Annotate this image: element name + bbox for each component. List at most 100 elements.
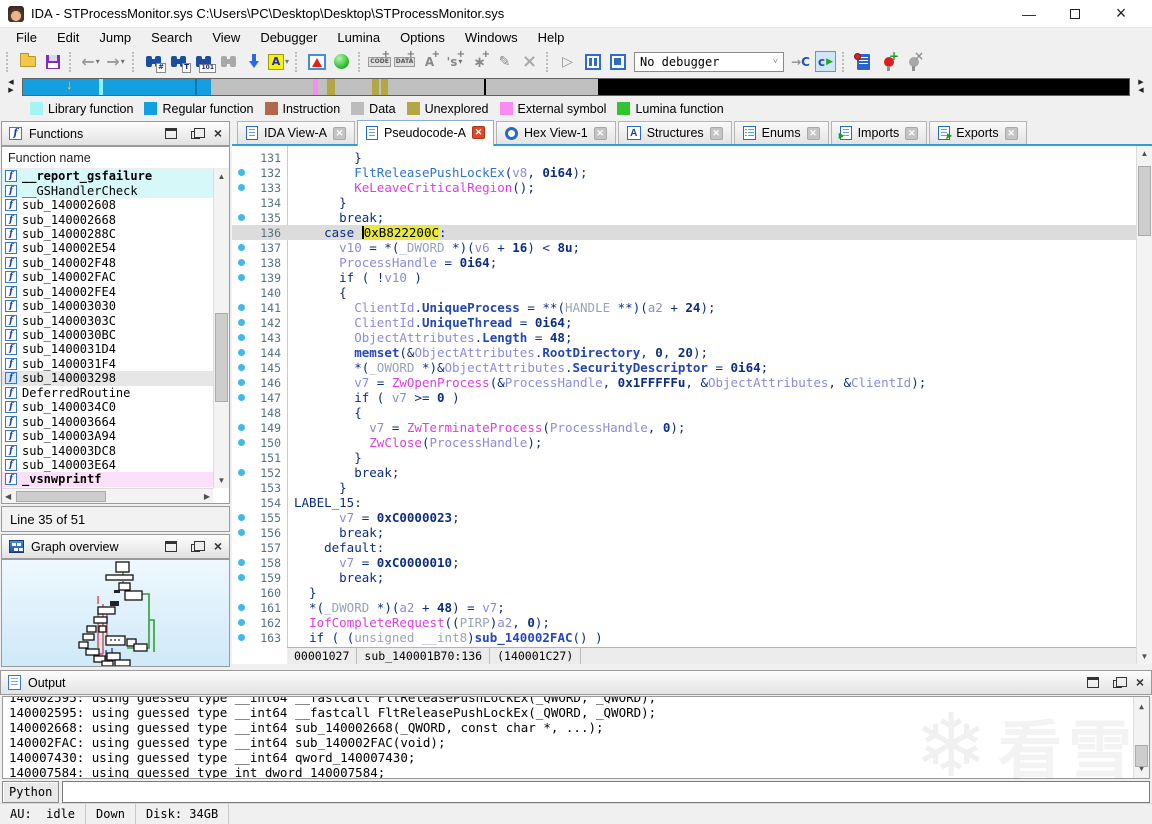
- function-list-item[interactable]: fsub_14000303C: [2, 313, 213, 327]
- scroll-up-icon[interactable]: ▲: [1141, 149, 1149, 158]
- code-line[interactable]: 157 default:: [232, 540, 1136, 555]
- breakpoint-gutter[interactable]: [232, 184, 250, 191]
- code-line[interactable]: 148 {: [232, 405, 1136, 420]
- menu-windows[interactable]: Windows: [455, 29, 528, 46]
- make-name-icon[interactable]: A+: [417, 49, 442, 74]
- code-line[interactable]: 143 ObjectAttributes.Length = 48;: [232, 330, 1136, 345]
- breakpoint-gutter[interactable]: [232, 319, 250, 326]
- panel-float-icon[interactable]: [191, 544, 200, 552]
- search-binary-icon[interactable]: #: [141, 49, 166, 74]
- nav-back-icon[interactable]: ←▾: [78, 49, 103, 74]
- menu-edit[interactable]: Edit: [47, 29, 89, 46]
- code-line[interactable]: 154LABEL_15:: [232, 495, 1136, 510]
- debugger-combo[interactable]: No debugger˅: [634, 52, 784, 72]
- breakpoint-gutter[interactable]: [232, 274, 250, 281]
- breakpoint-gutter[interactable]: [232, 424, 250, 431]
- code-line[interactable]: 133 KeLeaveCriticalRegion();: [232, 180, 1136, 195]
- debug-run-icon[interactable]: ▷: [555, 49, 580, 74]
- code-line[interactable]: 135 break;: [232, 210, 1136, 225]
- make-code-icon[interactable]: CODE+: [367, 49, 392, 74]
- tab-imports[interactable]: ▶Imports✕: [831, 121, 928, 144]
- graph-overview-titlebar[interactable]: Graph overview ×: [1, 534, 230, 559]
- close-button[interactable]: ×: [1098, 1, 1144, 27]
- tab-hex-view-1[interactable]: Hex View-1✕: [496, 121, 616, 144]
- tab-close-icon[interactable]: ✕: [333, 127, 346, 140]
- function-list-item[interactable]: fsub_1400034C0: [2, 400, 213, 414]
- functions-vertical-scrollbar[interactable]: ▲ ▼: [213, 169, 229, 488]
- code-line[interactable]: 131 }: [232, 150, 1136, 165]
- menu-lumina[interactable]: Lumina: [327, 29, 390, 46]
- function-list-item[interactable]: fsub_140002F48: [2, 256, 213, 270]
- breakpoint-gutter[interactable]: [232, 214, 250, 221]
- code-line[interactable]: 141 ClientId.UniqueProcess = **(HANDLE *…: [232, 300, 1136, 315]
- tab-pseudocode-a[interactable]: Pseudocode-A✕: [357, 120, 494, 146]
- code-line[interactable]: 163 if ( (unsigned __int8)sub_140002FAC(…: [232, 630, 1136, 645]
- python-cli-input[interactable]: [62, 781, 1150, 803]
- analysis-indicator-icon[interactable]: [329, 49, 354, 74]
- tab-structures[interactable]: AStructures✕: [618, 121, 732, 144]
- attach-c-icon[interactable]: →C: [788, 49, 813, 74]
- function-list-item[interactable]: fsub_140003A94: [2, 429, 213, 443]
- panel-close-icon[interactable]: ×: [214, 128, 222, 139]
- menu-help[interactable]: Help: [528, 29, 575, 46]
- scroll-thumb[interactable]: [1135, 745, 1148, 767]
- code-line[interactable]: 155 v7 = 0xC0000023;: [232, 510, 1136, 525]
- navigation-band[interactable]: ↓: [22, 78, 1130, 96]
- breakpoint-add-icon[interactable]: +: [876, 49, 901, 74]
- function-list-item[interactable]: fsub_140002FE4: [2, 285, 213, 299]
- breakpoint-gutter[interactable]: [232, 304, 250, 311]
- tab-ida-view-a[interactable]: IDA View-A✕: [237, 121, 355, 144]
- navband-right-arrows[interactable]: ▶◀: [1134, 79, 1148, 96]
- functions-column-header[interactable]: Function name: [2, 147, 229, 169]
- scroll-up-icon[interactable]: ▲: [1139, 699, 1144, 714]
- code-line[interactable]: 159 break;: [232, 570, 1136, 585]
- save-file-icon[interactable]: [40, 49, 65, 74]
- function-list-item[interactable]: fsub_140002E54: [2, 241, 213, 255]
- panel-maximize-icon[interactable]: [1087, 677, 1099, 688]
- pseudocode-vertical-scrollbar[interactable]: ▲ ▼: [1136, 146, 1152, 664]
- code-line[interactable]: 147 if ( v7 >= 0 ): [232, 390, 1136, 405]
- code-line[interactable]: 149 v7 = ZwTerminateProcess(ProcessHandl…: [232, 420, 1136, 435]
- menu-file[interactable]: File: [6, 29, 47, 46]
- function-list-item[interactable]: fsub_140003030: [2, 299, 213, 313]
- function-list-item[interactable]: fDeferredRoutine: [2, 386, 213, 400]
- breakpoint-gutter[interactable]: [232, 334, 250, 341]
- function-list-item[interactable]: fsub_140002FAC: [2, 270, 213, 284]
- function-list-item[interactable]: fsub_140003664: [2, 414, 213, 428]
- code-line[interactable]: 156 break;: [232, 525, 1136, 540]
- menu-view[interactable]: View: [202, 29, 250, 46]
- function-list-item[interactable]: fsub_140003DC8: [2, 443, 213, 457]
- function-list-item[interactable]: fsub_140003E64: [2, 458, 213, 472]
- breakpoint-gutter[interactable]: [232, 634, 250, 641]
- minimize-button[interactable]: —: [1006, 1, 1052, 27]
- scroll-thumb[interactable]: [215, 313, 228, 402]
- search-text-icon[interactable]: T: [166, 49, 191, 74]
- code-line[interactable]: 137 v10 = *(_DWORD *)(v6 + 16) < 8u;: [232, 240, 1136, 255]
- scroll-down-icon[interactable]: ▼: [1141, 652, 1149, 661]
- breakpoint-gutter[interactable]: [232, 469, 250, 476]
- make-string-icon[interactable]: 's+▾: [442, 49, 467, 74]
- breakpoint-gutter[interactable]: [232, 394, 250, 401]
- menu-search[interactable]: Search: [141, 29, 202, 46]
- debugger-options-icon[interactable]: [851, 49, 876, 74]
- output-panel-titlebar[interactable]: Output ×: [0, 670, 1152, 695]
- tab-close-icon[interactable]: ✕: [594, 127, 607, 140]
- breakpoint-gutter[interactable]: [232, 439, 250, 446]
- panel-maximize-icon[interactable]: [165, 541, 177, 552]
- make-data-icon[interactable]: DATA+: [392, 49, 417, 74]
- tab-close-icon[interactable]: ✕: [905, 127, 918, 140]
- quick-run-c-icon[interactable]: c▶: [813, 49, 838, 74]
- function-list-item[interactable]: f__report_gsfailure: [2, 169, 213, 183]
- function-list-item[interactable]: f_vsnwprintf: [2, 472, 213, 486]
- function-list-item[interactable]: fsub_140002668: [2, 212, 213, 226]
- scroll-left-icon[interactable]: ◀: [5, 492, 11, 501]
- navband-left-arrows[interactable]: ◀▶: [4, 79, 18, 96]
- code-line[interactable]: 152 break;: [232, 465, 1136, 480]
- breakpoint-gutter[interactable]: [232, 514, 250, 521]
- open-file-icon[interactable]: [15, 49, 40, 74]
- tab-close-icon[interactable]: ✕: [807, 127, 820, 140]
- breakpoint-delete-icon[interactable]: ×: [901, 49, 926, 74]
- nav-forward-icon[interactable]: →▾: [103, 49, 128, 74]
- menu-debugger[interactable]: Debugger: [250, 29, 327, 46]
- code-line[interactable]: 146 v7 = ZwOpenProcess(&ProcessHandle, 0…: [232, 375, 1136, 390]
